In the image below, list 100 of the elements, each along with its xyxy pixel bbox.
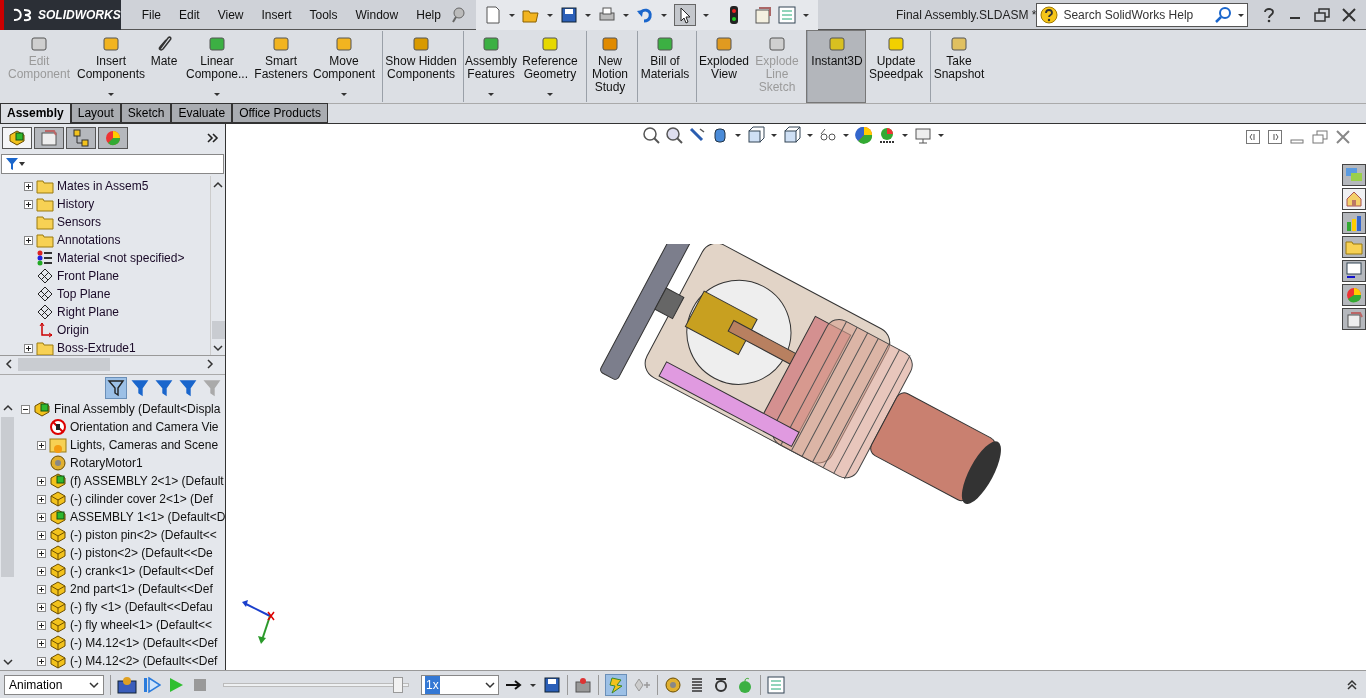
search-field[interactable]: Search SolidWorks Help <box>1036 2 1248 27</box>
tree-item[interactable]: Orientation and Camera Vie <box>70 418 219 436</box>
appearance-icon[interactable] <box>1342 284 1366 306</box>
hide-show-icon[interactable] <box>819 126 837 144</box>
menu-item[interactable]: Tools <box>300 5 347 24</box>
scroll-right-icon[interactable] <box>205 359 215 369</box>
scene-icon[interactable] <box>878 126 896 144</box>
tree-item[interactable]: Boss-Extrude1 <box>57 339 136 355</box>
pin-icon[interactable] <box>449 5 468 24</box>
speed-dropdown[interactable]: 1x <box>421 674 499 695</box>
collapse-panel-icon[interactable] <box>1346 678 1358 691</box>
tree-item[interactable]: 2nd part<1> (Default<<Def <box>70 580 213 598</box>
autokey-icon[interactable] <box>605 673 627 696</box>
tree-item[interactable]: RotaryMotor1 <box>70 454 143 472</box>
caret-icon[interactable] <box>806 131 814 139</box>
playback-mode-icon[interactable] <box>505 677 523 692</box>
property-icon[interactable] <box>34 127 64 149</box>
configuration-icon[interactable] <box>66 127 96 149</box>
tab[interactable]: Assembly <box>0 103 71 123</box>
motor-icon[interactable] <box>664 675 682 694</box>
expand-icon[interactable] <box>37 656 46 666</box>
toolbar-button[interactable]: Mate <box>146 30 182 103</box>
toolbar-button[interactable]: Bill of Materials <box>636 30 692 103</box>
toolbar-button[interactable]: Exploded View <box>695 30 751 103</box>
collapse-icon[interactable] <box>21 404 30 414</box>
menu-item[interactable]: File <box>132 5 170 24</box>
search-icon[interactable] <box>1214 5 1234 24</box>
scroll-up-icon[interactable] <box>2 403 13 413</box>
options-icon[interactable] <box>753 5 772 24</box>
filter-field[interactable] <box>1 154 224 174</box>
view-orientation-icon[interactable] <box>747 126 765 144</box>
view-settings-icon[interactable] <box>914 126 932 144</box>
tree-item[interactable]: (-) M4.12<2> (Default<<Def <box>70 652 218 670</box>
select-pointer-icon[interactable] <box>673 3 696 26</box>
tab[interactable]: Office Products <box>232 103 328 123</box>
expand-icon[interactable] <box>24 343 33 353</box>
caret-icon[interactable] <box>770 131 778 139</box>
previous-view-icon[interactable] <box>688 126 706 144</box>
toolbar-button[interactable]: Assembly Features <box>462 30 518 103</box>
expand-icon[interactable] <box>37 530 46 540</box>
tab[interactable]: Sketch <box>120 103 172 123</box>
expand-icon[interactable] <box>37 638 46 648</box>
caret-icon[interactable] <box>937 131 945 139</box>
print-icon[interactable] <box>597 5 616 24</box>
toolbar-button[interactable]: Linear Compone... <box>182 30 252 103</box>
expand-icon[interactable] <box>37 566 46 576</box>
toolbar-button[interactable]: Insert Components <box>76 30 146 103</box>
expand-icon[interactable] <box>24 235 33 245</box>
calculate-icon[interactable] <box>117 675 137 694</box>
custom-properties-icon[interactable] <box>1342 308 1366 330</box>
toolbar-button[interactable]: Take Snapshot <box>929 30 987 103</box>
save-animation-icon[interactable] <box>543 675 561 694</box>
expand-icon[interactable] <box>37 476 46 486</box>
expand-icon[interactable] <box>24 199 33 209</box>
display-style-icon[interactable] <box>783 126 801 144</box>
expand-icon[interactable] <box>37 602 46 612</box>
slider-thumb[interactable] <box>393 676 404 693</box>
expand-icon[interactable] <box>37 620 46 630</box>
tile-right-icon[interactable] <box>1268 130 1282 144</box>
timeline-slider[interactable] <box>223 675 409 694</box>
toolbar-button[interactable]: Instant3D <box>806 30 866 103</box>
tile-left-icon[interactable] <box>1246 130 1260 144</box>
folder-icon[interactable] <box>1342 236 1366 258</box>
expand-panel-icon[interactable] <box>207 132 219 144</box>
contact-icon[interactable] <box>712 675 730 694</box>
toolbar-button[interactable]: New Motion Study <box>585 30 633 103</box>
tree-item[interactable]: Top Plane <box>57 285 111 303</box>
scroll-left-icon[interactable] <box>4 359 14 369</box>
tree-item[interactable]: Annotations <box>57 231 121 249</box>
tab[interactable]: Layout <box>70 103 121 123</box>
expand-icon[interactable] <box>37 512 46 522</box>
tree-item[interactable]: (-) piston pin<2> (Default<< <box>70 526 217 544</box>
tree-item[interactable]: (-) M4.12<1> (Default<<Def <box>70 634 218 652</box>
expand-icon[interactable] <box>24 181 33 191</box>
zoom-to-fit-icon[interactable] <box>642 126 660 144</box>
tree-item[interactable]: ASSEMBLY 1<1> (Default<D <box>70 508 225 526</box>
tree-item[interactable]: Mates in Assem5 <box>57 177 149 195</box>
tree-item[interactable]: (-) piston<2> (Default<<De <box>70 544 213 562</box>
toolbar-button[interactable]: Update Speedpak <box>866 30 926 103</box>
scroll-up-icon[interactable] <box>213 180 223 190</box>
filter-icon[interactable] <box>105 376 127 399</box>
view-palette-icon[interactable] <box>1342 260 1366 282</box>
tree-item[interactable]: Lights, Cameras and Scene <box>70 436 219 454</box>
tree-item[interactable]: History <box>57 195 95 213</box>
toolbar-button[interactable]: Show Hidden Components <box>381 30 459 103</box>
save-icon[interactable] <box>559 5 578 24</box>
menu-item[interactable]: Edit <box>170 5 209 24</box>
library-icon[interactable] <box>1342 212 1366 234</box>
toolbar-button[interactable]: Smart Fasteners <box>252 30 310 103</box>
tree-item[interactable]: (-) crank<1> (Default<<Def <box>70 562 214 580</box>
close-icon[interactable] <box>1342 7 1356 22</box>
play-from-start-icon[interactable] <box>143 675 161 694</box>
feature-tree-icon[interactable] <box>2 127 32 149</box>
study-type-dropdown[interactable]: Animation <box>4 674 104 695</box>
scrollbar-thumb[interactable] <box>18 357 110 371</box>
tree-item[interactable]: (-) cilinder cover 2<1> (Def <box>70 490 213 508</box>
menu-item[interactable]: Insert <box>252 5 301 24</box>
checklist-icon[interactable] <box>777 5 796 24</box>
animation-wizard-icon[interactable] <box>574 675 592 694</box>
tree-item[interactable]: Sensors <box>57 213 102 231</box>
